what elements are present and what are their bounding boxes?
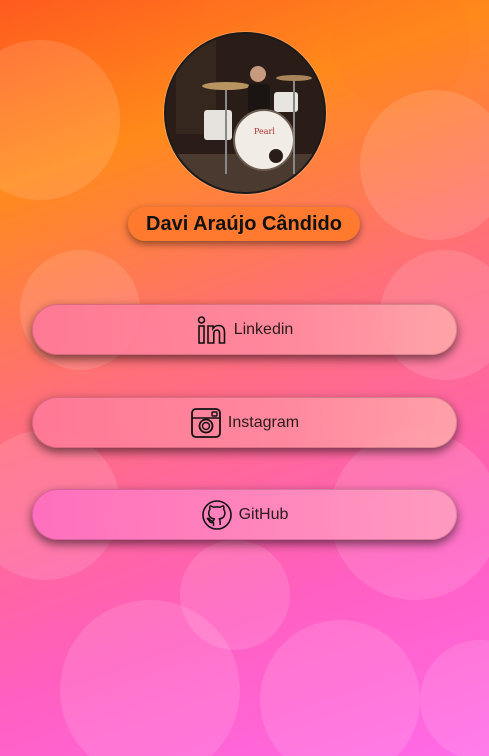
instagram-button[interactable]: Instagram: [32, 397, 457, 448]
linkedin-icon: [196, 314, 228, 346]
drummer-photo: Pearl: [166, 34, 324, 192]
github-label: GitHub: [238, 505, 289, 523]
linkedin-button[interactable]: Linkedin: [32, 304, 457, 355]
github-button[interactable]: GitHub: [32, 489, 457, 540]
svg-text:Pearl: Pearl: [254, 127, 275, 136]
github-icon: [201, 499, 233, 531]
profile-avatar: Pearl: [164, 32, 326, 194]
profile-name: Davi Araújo Cândido: [128, 207, 360, 241]
linkedin-label: Linkedin: [233, 320, 294, 338]
instagram-label: Instagram: [227, 413, 300, 431]
instagram-icon: [190, 407, 222, 439]
